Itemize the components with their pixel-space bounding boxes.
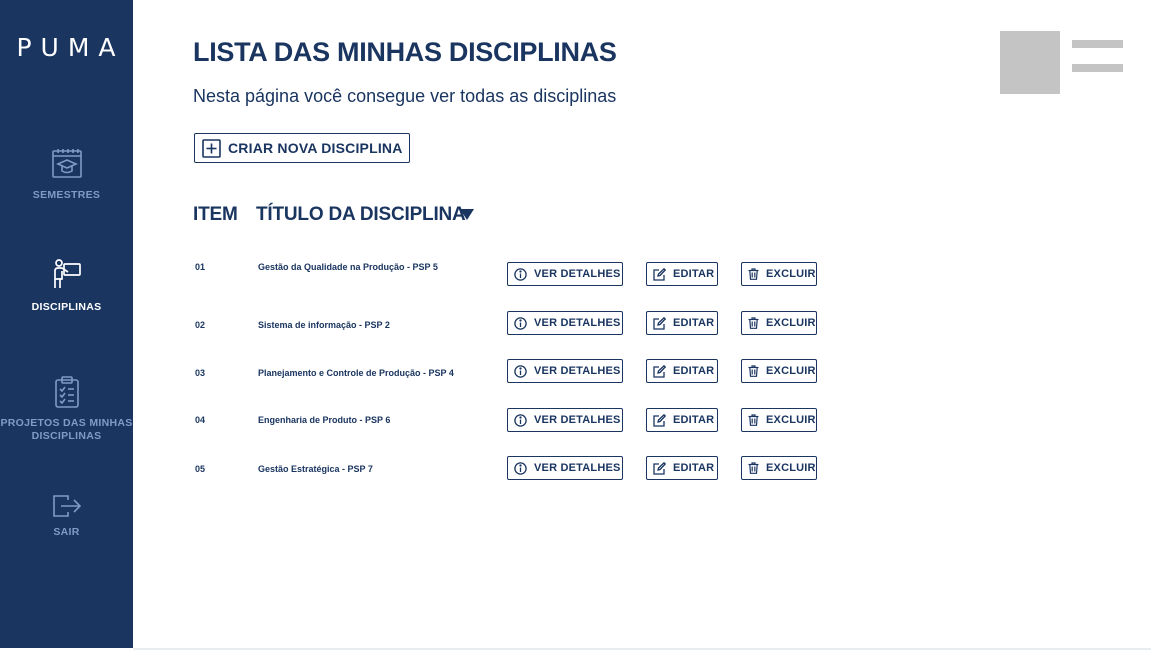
trash-icon xyxy=(748,317,759,329)
edit-button[interactable]: EDITAR xyxy=(646,456,718,480)
delete-label: EXCLUIR xyxy=(766,268,816,280)
row-item-number: 03 xyxy=(195,368,206,378)
column-header-item: ITEM xyxy=(193,204,238,225)
row-title: Planejamento e Controle de Produção - PS… xyxy=(258,368,454,378)
table-row: 02 Sistema de informação - PSP 2 VER DET… xyxy=(0,311,1151,337)
info-circle-icon xyxy=(514,267,527,281)
table-row: 01 Gestão da Qualidade na Produção - PSP… xyxy=(0,262,1151,288)
table-row: 03 Planejamento e Controle de Produção -… xyxy=(0,359,1151,385)
view-details-label: VER DETALHES xyxy=(534,317,621,329)
delete-button[interactable]: EXCLUIR xyxy=(741,262,817,286)
sidebar-item-label: SAIR xyxy=(53,526,80,538)
row-title: Engenharia de Produto - PSP 6 xyxy=(258,415,391,425)
trash-icon xyxy=(748,365,759,377)
edit-button[interactable]: EDITAR xyxy=(646,408,718,432)
sidebar-item-sair[interactable]: SAIR xyxy=(0,494,133,539)
delete-button[interactable]: EXCLUIR xyxy=(741,408,817,432)
info-circle-icon xyxy=(514,461,527,475)
edit-button[interactable]: EDITAR xyxy=(646,311,718,335)
view-details-button[interactable]: VER DETALHES xyxy=(507,311,623,335)
delete-label: EXCLUIR xyxy=(766,462,816,474)
row-title: Gestão da Qualidade na Produção - PSP 5 xyxy=(258,262,438,272)
create-discipline-label: CRIAR NOVA DISCIPLINA xyxy=(228,140,403,156)
create-discipline-button[interactable]: CRIAR NOVA DISCIPLINA xyxy=(194,133,410,163)
view-details-label: VER DETALHES xyxy=(534,268,621,280)
row-item-number: 02 xyxy=(195,320,206,330)
page-subtitle: Nesta página você consegue ver todas as … xyxy=(193,86,617,106)
view-details-button[interactable]: VER DETALHES xyxy=(507,262,623,286)
logout-icon xyxy=(52,495,81,517)
edit-button[interactable]: EDITAR xyxy=(646,359,718,383)
delete-label: EXCLUIR xyxy=(766,365,816,377)
view-details-label: VER DETALHES xyxy=(534,414,621,426)
view-details-label: VER DETALHES xyxy=(534,462,621,474)
delete-button[interactable]: EXCLUIR xyxy=(741,359,817,383)
view-details-button[interactable]: VER DETALHES xyxy=(507,359,623,383)
app-logo: PUMA xyxy=(16,33,125,62)
trash-icon xyxy=(748,414,759,426)
edit-label: EDITAR xyxy=(673,365,715,377)
trash-icon xyxy=(748,268,759,280)
table-row: 04 Engenharia de Produto - PSP 6 VER DET… xyxy=(0,408,1151,434)
edit-pencil-icon xyxy=(653,316,666,330)
trash-icon xyxy=(748,462,759,474)
edit-label: EDITAR xyxy=(673,414,715,426)
info-circle-icon xyxy=(514,413,527,427)
column-header-title[interactable]: TÍTULO DA DISCIPLINA xyxy=(256,204,466,226)
edit-pencil-icon xyxy=(653,461,666,475)
row-item-number: 05 xyxy=(195,464,206,474)
caret-down-icon[interactable] xyxy=(460,209,474,220)
row-title: Sistema de informação - PSP 2 xyxy=(258,320,390,330)
page-title: LISTA DAS MINHAS DISCIPLINAS xyxy=(193,37,617,67)
edit-pencil-icon xyxy=(653,413,666,427)
calendar-graduation-icon xyxy=(51,149,82,178)
delete-button[interactable]: EXCLUIR xyxy=(741,311,817,335)
info-circle-icon xyxy=(514,364,527,378)
view-details-button[interactable]: VER DETALHES xyxy=(507,408,623,432)
sidebar-item-label: SEMESTRES xyxy=(32,189,101,201)
edit-pencil-icon xyxy=(653,364,666,378)
view-details-button[interactable]: VER DETALHES xyxy=(507,456,623,480)
view-details-label: VER DETALHES xyxy=(534,365,621,377)
edit-label: EDITAR xyxy=(673,462,715,474)
plus-square-icon xyxy=(202,138,221,158)
info-circle-icon xyxy=(514,316,527,330)
sidebar-item-semestres[interactable]: SEMESTRES xyxy=(0,148,133,202)
delete-label: EXCLUIR xyxy=(766,414,816,426)
delete-label: EXCLUIR xyxy=(766,317,816,329)
avatar-placeholder xyxy=(1000,31,1060,94)
edit-label: EDITAR xyxy=(673,268,715,280)
table-row: 05 Gestão Estratégica - PSP 7 VER DETALH… xyxy=(0,456,1151,482)
hamburger-menu-icon[interactable] xyxy=(1072,40,1123,73)
edit-button[interactable]: EDITAR xyxy=(646,262,718,286)
row-item-number: 04 xyxy=(195,415,206,425)
row-title: Gestão Estratégica - PSP 7 xyxy=(258,464,373,474)
row-item-number: 01 xyxy=(195,262,206,272)
delete-button[interactable]: EXCLUIR xyxy=(741,456,817,480)
edit-label: EDITAR xyxy=(673,317,715,329)
edit-pencil-icon xyxy=(653,267,666,281)
